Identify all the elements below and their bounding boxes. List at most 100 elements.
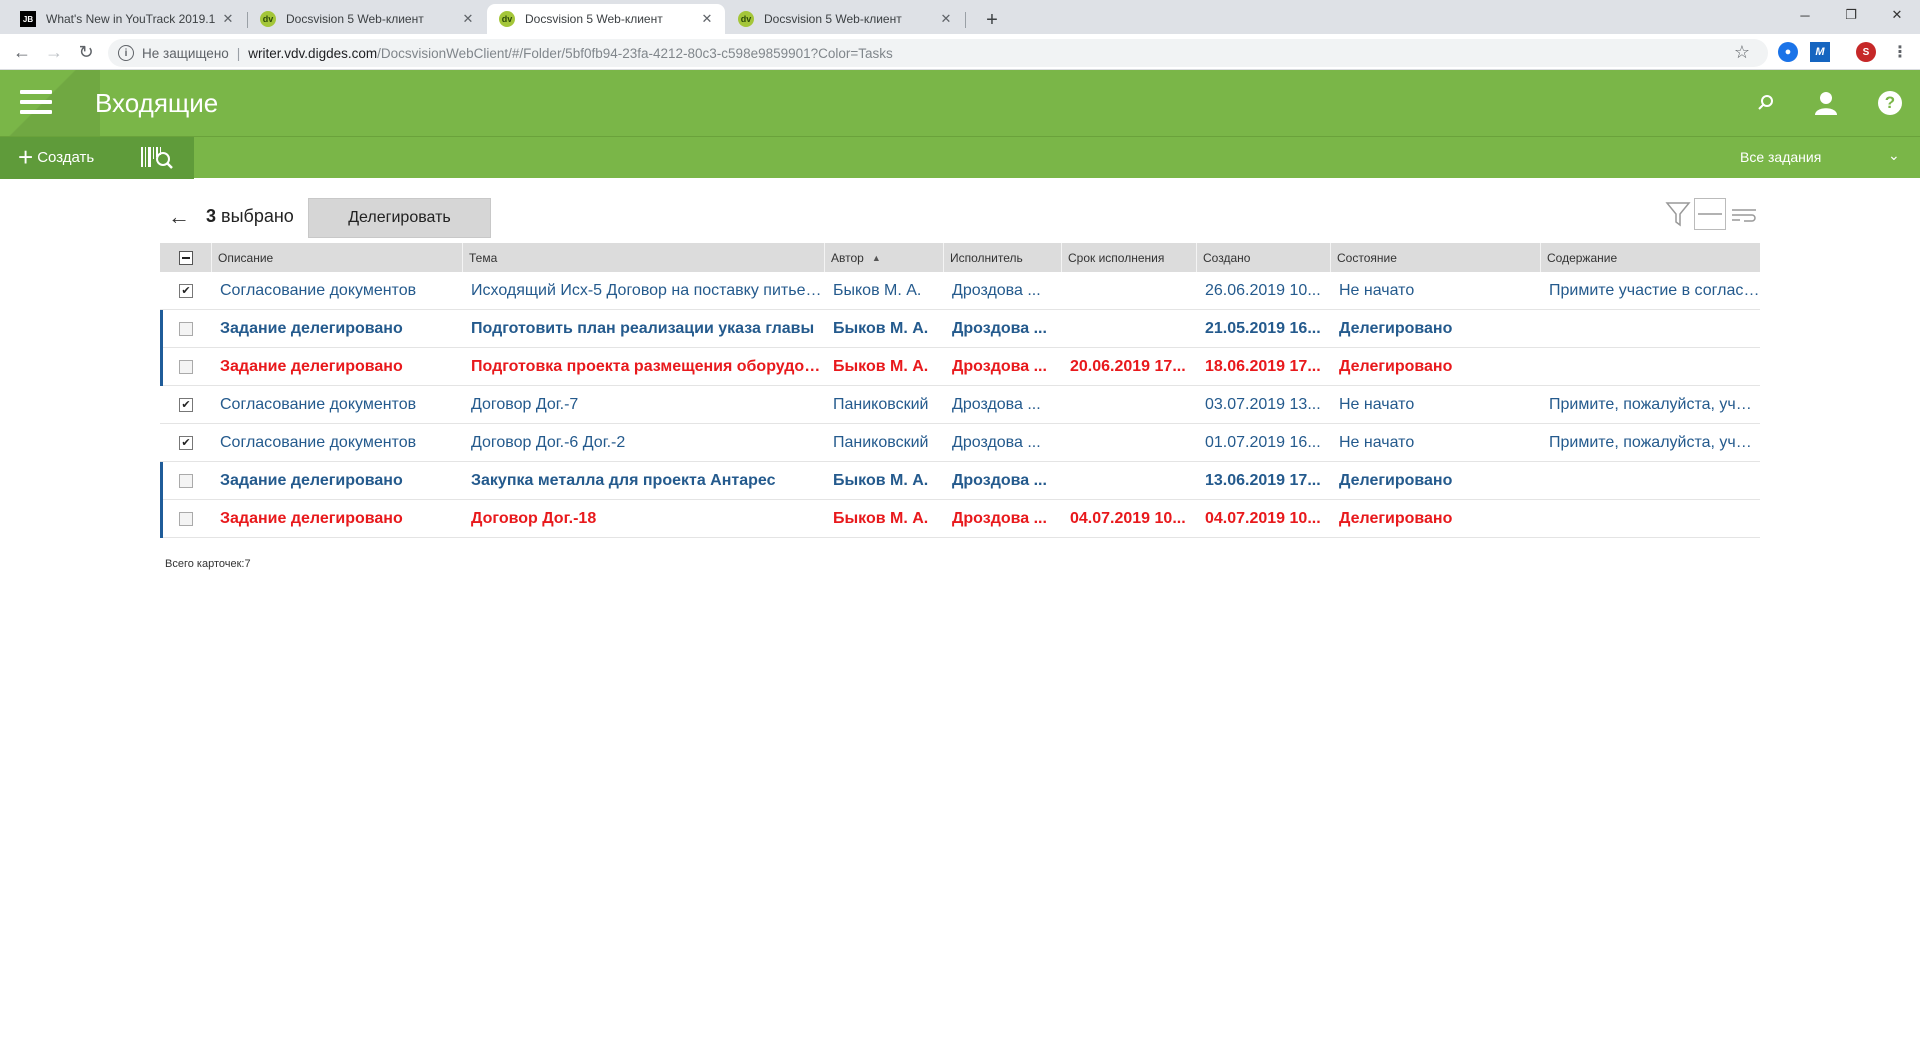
table-row[interactable]: ✔ Согласование документов Договор Дог.-6 Д… xyxy=(160,424,1760,462)
globe-extension-icon[interactable]: ● xyxy=(1778,42,1798,62)
row-checkbox[interactable] xyxy=(179,359,193,374)
url-domain: writer.vdv.digdes.com xyxy=(248,45,378,61)
cell-content: Примите участие в согласовании xyxy=(1549,281,1760,299)
table-row[interactable]: Задание делегировано Подготовить план реа… xyxy=(160,310,1760,348)
cell-state: Делегировано xyxy=(1339,319,1453,337)
task-filter-dropdown[interactable]: Все задания ⌄ xyxy=(1740,147,1900,165)
m-extension-icon[interactable]: M xyxy=(1810,42,1830,62)
row-checkbox[interactable]: ✔ xyxy=(179,397,193,412)
row-checkbox[interactable]: ✔ xyxy=(179,435,193,450)
create-label: Создать xyxy=(37,148,95,166)
cell-created: 01.07.2019 16... xyxy=(1205,433,1321,451)
address-bar[interactable]: i Не защищено | writer.vdv.digdes.com /D… xyxy=(108,39,1768,67)
column-label: Состояние xyxy=(1337,250,1397,265)
back-icon[interactable]: ← xyxy=(10,40,34,64)
select-all-checkbox[interactable] xyxy=(178,250,193,265)
cell-performer: Дроздова ... xyxy=(952,281,1041,299)
reload-icon[interactable]: ↻ xyxy=(74,40,98,64)
total-cards-count: Всего карточек:7 xyxy=(165,558,251,570)
cell-author: Быков М. А. xyxy=(833,319,929,337)
row-checkbox[interactable] xyxy=(179,511,193,526)
close-tab-icon[interactable]: ✕ xyxy=(699,11,715,27)
browser-tab-docsvision-3[interactable]: dv Docsvision 5 Web-клиент ✕ xyxy=(726,4,964,34)
cell-description: Задание делегировано xyxy=(220,471,403,489)
cell-description: Задание делегировано xyxy=(220,319,403,337)
cell-due-date: 20.06.2019 17... xyxy=(1070,357,1186,375)
table-row[interactable]: Задание делегировано Договор Дог.-18 Быков… xyxy=(160,500,1760,538)
cell-performer: Дроздова ... xyxy=(952,509,1047,527)
cell-subject: Договор Дог.-18 xyxy=(471,509,597,527)
url-path: /DocsvisionWebClient/#/Folder/5bf0fb94-2… xyxy=(377,45,893,61)
row-checkbox[interactable]: ✔ xyxy=(179,283,193,298)
table-row[interactable]: ✔ Согласование документов Договор Дог.-7 Па… xyxy=(160,386,1760,424)
profile-avatar[interactable]: S xyxy=(1856,42,1876,62)
browser-tab-strip: JB What's New in YouTrack 2019.1 ✕ dv Do… xyxy=(0,0,1920,34)
table-body: ✔ Согласование документов Исходящий Исх-5 … xyxy=(160,272,1760,538)
close-tab-icon[interactable]: ✕ xyxy=(938,11,954,27)
column-header-description[interactable]: Описание xyxy=(212,243,463,272)
table-header: Описание Тема Автор ▲ Исполнитель Срок ис… xyxy=(160,243,1760,272)
table-row[interactable]: Задание делегировано Закупка металла для … xyxy=(160,462,1760,500)
row-checkbox[interactable] xyxy=(179,321,193,336)
minimize-window-icon[interactable]: ─ xyxy=(1782,0,1828,30)
close-tab-icon[interactable]: ✕ xyxy=(460,11,476,27)
create-button[interactable]: + Создать xyxy=(18,142,95,172)
selection-count: 3 выбрано xyxy=(206,206,294,227)
barcode-search-icon[interactable] xyxy=(140,145,174,171)
address-separator: | xyxy=(236,45,241,61)
table-row[interactable]: Задание делегировано Подготовка проекта р… xyxy=(160,348,1760,386)
column-header-created[interactable]: Создано xyxy=(1197,243,1331,272)
filter-icon[interactable] xyxy=(1662,198,1694,230)
sort-ascending-icon: ▲ xyxy=(871,252,881,263)
cell-author: Быков М. А. xyxy=(833,509,929,527)
cell-state: Не начато xyxy=(1339,281,1415,299)
column-header-due-date[interactable]: Срок исполнения xyxy=(1062,243,1197,272)
column-header-author[interactable]: Автор ▲ xyxy=(825,243,944,272)
cell-created: 03.07.2019 13... xyxy=(1205,395,1321,413)
cell-subject: Договор Дог.-6 Дог.-2 xyxy=(471,433,626,451)
bookmark-star-icon[interactable]: ☆ xyxy=(1734,42,1750,63)
close-tab-icon[interactable]: ✕ xyxy=(220,11,236,27)
docsvision-favicon-icon: dv xyxy=(738,11,754,27)
cell-due-date: 04.07.2019 10... xyxy=(1070,509,1186,527)
docsvision-favicon-icon: dv xyxy=(260,11,276,27)
restore-window-icon[interactable]: ❐ xyxy=(1828,0,1874,30)
browser-menu-icon[interactable]: ⋮ xyxy=(1890,42,1910,62)
cell-author: Паниковский xyxy=(833,395,929,413)
list-view-icon[interactable] xyxy=(1694,198,1726,230)
hamburger-menu-icon[interactable] xyxy=(20,90,52,114)
new-tab-button[interactable]: + xyxy=(978,6,1006,34)
column-header-subject[interactable]: Тема xyxy=(463,243,825,272)
column-header-performer[interactable]: Исполнитель xyxy=(944,243,1062,272)
help-icon[interactable]: ? xyxy=(1876,89,1904,117)
cell-created: 18.06.2019 17... xyxy=(1205,357,1321,375)
cell-created: 26.06.2019 10... xyxy=(1205,281,1321,299)
cell-content: Примите, пожалуйста, участие xyxy=(1549,433,1760,451)
cell-author: Быков М. А. xyxy=(833,471,929,489)
forward-icon[interactable]: → xyxy=(42,40,66,64)
info-icon[interactable]: i xyxy=(118,45,134,61)
close-window-icon[interactable]: ✕ xyxy=(1874,0,1920,30)
cell-performer: Дроздова ... xyxy=(952,319,1047,337)
wrap-text-icon[interactable] xyxy=(1728,198,1760,230)
cell-performer: Дроздова ... xyxy=(952,395,1041,413)
delegate-button[interactable]: Делегировать xyxy=(308,198,491,238)
security-status[interactable]: Не защищено xyxy=(142,46,229,61)
user-icon[interactable] xyxy=(1812,89,1840,117)
browser-tab-docsvision-1[interactable]: dv Docsvision 5 Web-клиент ✕ xyxy=(248,4,486,34)
search-icon[interactable] xyxy=(1752,89,1780,117)
column-header-state[interactable]: Состояние xyxy=(1331,243,1541,272)
browser-tab-youtrack[interactable]: JB What's New in YouTrack 2019.1 ✕ xyxy=(8,4,246,34)
column-header-content[interactable]: Содержание xyxy=(1541,243,1760,272)
row-checkbox-cell: ✔ xyxy=(160,283,212,298)
tab-title: Docsvision 5 Web-клиент xyxy=(764,12,902,26)
table-row[interactable]: ✔ Согласование документов Исходящий Исх-5 … xyxy=(160,272,1760,310)
cell-description: Согласование документов xyxy=(220,433,417,451)
browser-tab-docsvision-2[interactable]: dv Docsvision 5 Web-клиент ✕ xyxy=(487,4,725,34)
plus-icon: + xyxy=(18,142,34,172)
row-checkbox-cell: ✔ xyxy=(160,435,212,450)
row-checkbox[interactable] xyxy=(179,473,193,488)
cell-performer: Дроздова ... xyxy=(952,357,1047,375)
clear-selection-back-icon[interactable]: ← xyxy=(168,204,190,230)
select-all-cell xyxy=(160,243,212,272)
